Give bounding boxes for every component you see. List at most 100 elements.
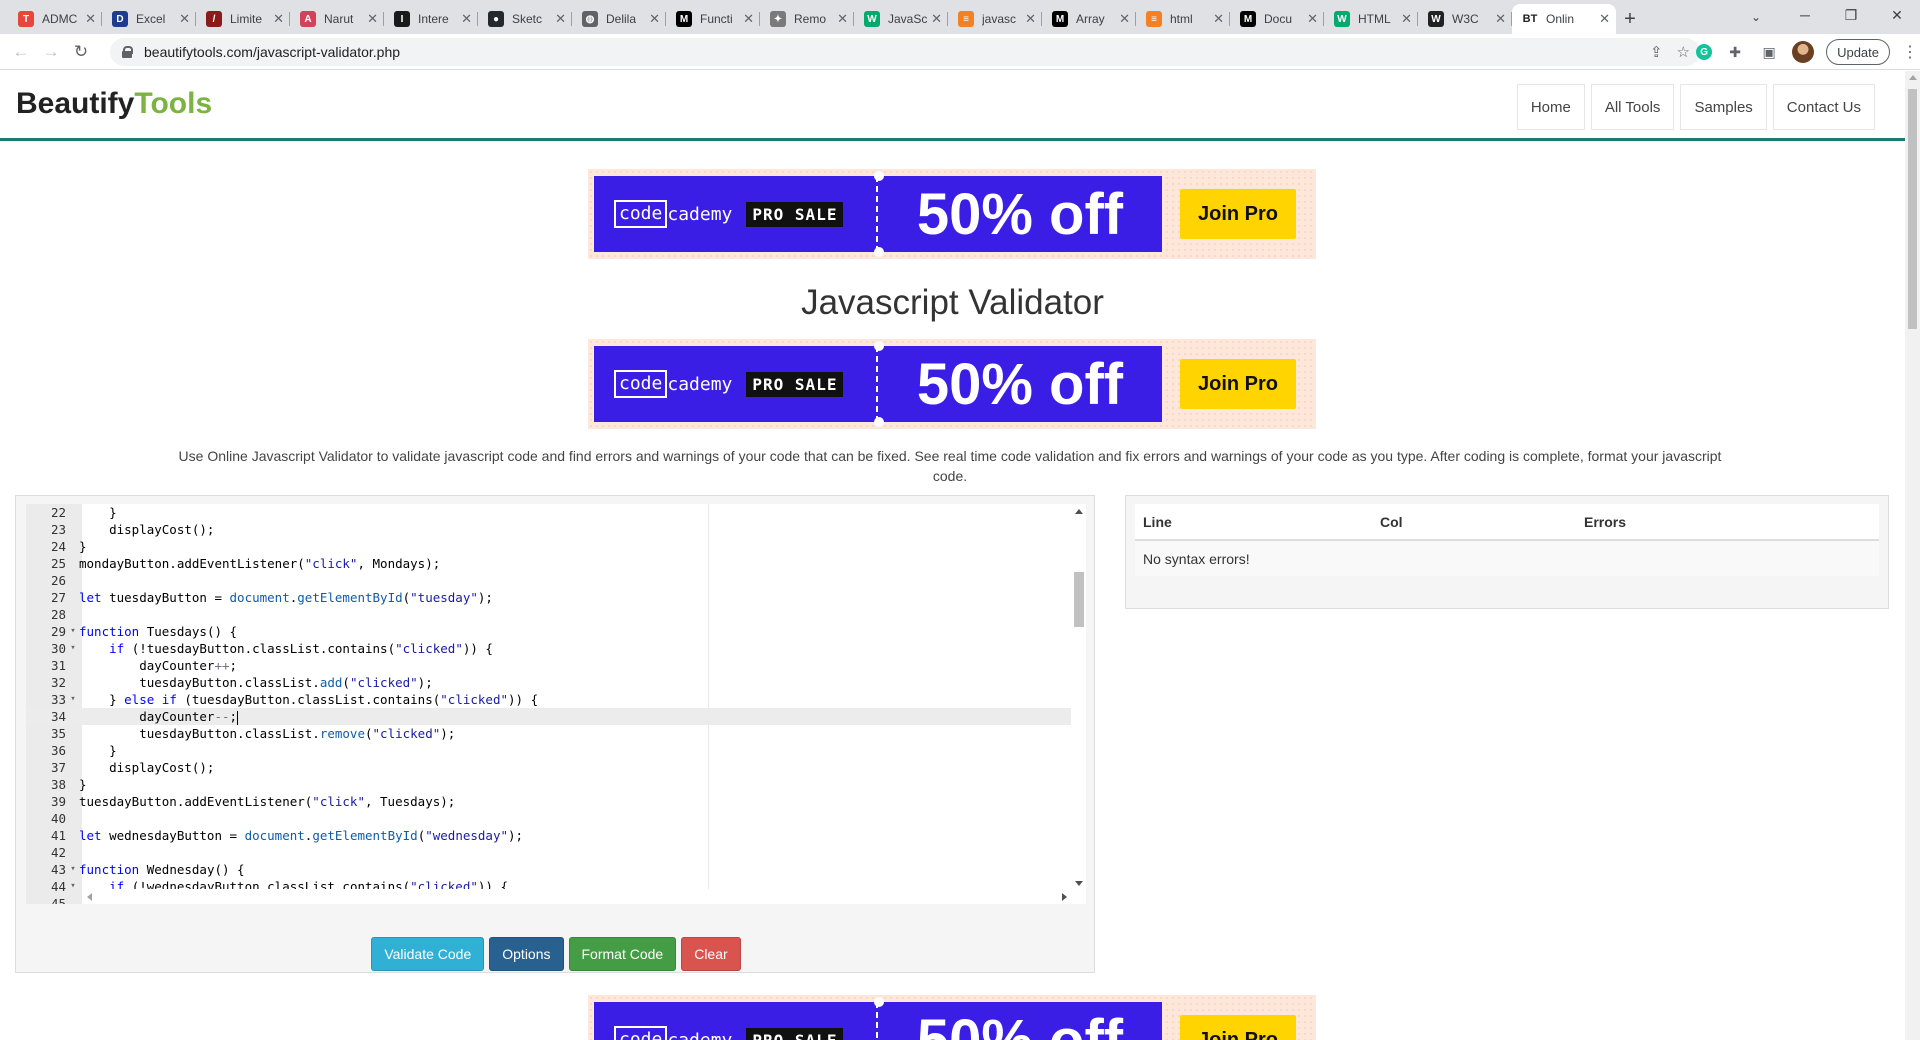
code-editor[interactable]: 22 } 23 displayCost(); 24} 25 mondayButton.a…	[26, 504, 1086, 904]
code-text[interactable]: dayCounter--;	[79, 708, 239, 725]
browser-menu-icon[interactable]: ⋮	[1902, 42, 1918, 62]
code-text[interactable]: if (!tuesdayButton.classList.contains("c…	[79, 640, 493, 657]
ad-join-pro-button[interactable]: Join Pro	[1180, 359, 1296, 409]
code-line[interactable]: 37 displayCost();	[26, 759, 1071, 776]
code-line[interactable]: 42	[26, 844, 1071, 861]
fold-toggle-icon[interactable]: ▾	[68, 861, 78, 878]
site-logo[interactable]: BeautifyTools	[16, 87, 212, 121]
tab-close-icon[interactable]: ✕	[1213, 11, 1224, 27]
editor-scroll-thumb[interactable]	[1074, 572, 1084, 627]
code-line[interactable]: 28	[26, 606, 1071, 623]
code-text[interactable]: }	[79, 504, 117, 521]
lock-icon[interactable]	[122, 46, 133, 58]
nav-home[interactable]: Home	[1516, 84, 1585, 130]
code-line[interactable]: 25 mondayButton.addEventListener("click",…	[26, 555, 1071, 572]
code-line[interactable]: 41 let wednesdayButton = document.getElem…	[26, 827, 1071, 844]
fold-toggle-icon[interactable]: ▾	[68, 691, 78, 708]
tab-close-icon[interactable]: ✕	[367, 11, 378, 27]
code-text[interactable]: dayCounter++;	[79, 657, 237, 674]
share-icon[interactable]: ⇪	[1650, 43, 1663, 61]
code-text[interactable]: displayCost();	[79, 521, 214, 538]
code-line[interactable]: 32 tuesdayButton.classList.add("clicked"…	[26, 674, 1071, 691]
browser-tab[interactable]: M Functi ✕	[666, 4, 760, 34]
code-text[interactable]: }	[79, 742, 117, 759]
tab-close-icon[interactable]: ✕	[179, 11, 190, 27]
code-lines[interactable]: 22 } 23 displayCost(); 24} 25 mondayButton.a…	[26, 504, 1071, 904]
browser-tab[interactable]: M Docu ✕	[1230, 4, 1324, 34]
fold-toggle-icon[interactable]: ▾	[68, 640, 78, 657]
code-text[interactable]: tuesdayButton.classList.add("clicked");	[79, 674, 433, 691]
code-line[interactable]: 22 }	[26, 504, 1071, 521]
forward-icon[interactable]: →	[36, 37, 66, 67]
code-line[interactable]: 40	[26, 810, 1071, 827]
new-tab-button[interactable]: +	[1616, 4, 1644, 34]
page-scroll-thumb[interactable]	[1908, 89, 1917, 329]
profile-avatar[interactable]	[1792, 41, 1815, 63]
restore-icon[interactable]: ❐	[1828, 0, 1874, 30]
code-line[interactable]: 23 displayCost();	[26, 521, 1071, 538]
nav-all-tools[interactable]: All Tools	[1590, 84, 1675, 130]
browser-tab[interactable]: W HTML ✕	[1324, 4, 1418, 34]
format-code-button[interactable]: Format Code	[568, 937, 677, 971]
close-window-icon[interactable]: ✕	[1874, 0, 1920, 30]
code-line[interactable]: 30 ▾ if (!tuesdayButton.classList.contain…	[26, 640, 1071, 657]
scroll-up-icon[interactable]	[1075, 509, 1083, 514]
fold-toggle-icon[interactable]: ▾	[68, 878, 78, 895]
browser-tab[interactable]: ● Sketc ✕	[478, 4, 572, 34]
code-line[interactable]: 29 ▾ function Tuesdays() {	[26, 623, 1071, 640]
code-line[interactable]: 34 dayCounter--;	[26, 708, 1071, 725]
tab-close-icon[interactable]: ✕	[931, 11, 942, 27]
back-icon[interactable]: ←	[6, 37, 36, 67]
scroll-up-icon[interactable]	[1909, 75, 1917, 80]
url-text[interactable]: beautifytools.com/javascript-validator.p…	[144, 44, 400, 60]
browser-tab[interactable]: BT Onlin ✕	[1512, 4, 1616, 34]
ad-banner-middle[interactable]: code cademy PRO SALE 50% off Join Pro	[588, 339, 1316, 429]
code-line[interactable]: 38}	[26, 776, 1071, 793]
code-line[interactable]: 27 let tuesdayButton = document.getElemen…	[26, 589, 1071, 606]
tab-close-icon[interactable]: ✕	[1025, 11, 1036, 27]
code-line[interactable]: 33 ▾ } else if (tuesdayButton.classList.c…	[26, 691, 1071, 708]
browser-tab[interactable]: D Excel ✕	[102, 4, 196, 34]
validate-code-button[interactable]: Validate Code	[371, 937, 485, 971]
editor-vertical-scrollbar[interactable]	[1071, 504, 1086, 889]
minimize-icon[interactable]: ─	[1782, 0, 1828, 30]
browser-tab[interactable]: ≡ html ✕	[1136, 4, 1230, 34]
tab-close-icon[interactable]: ✕	[555, 11, 566, 27]
code-text[interactable]: mondayButton.addEventListener("click", M…	[79, 555, 440, 572]
extensions-puzzle-icon[interactable]: ✚	[1724, 41, 1746, 63]
code-line[interactable]: 43 ▾ function Wednesday() {	[26, 861, 1071, 878]
code-text[interactable]: } else if (tuesdayButton.classList.conta…	[79, 691, 538, 708]
tab-close-icon[interactable]: ✕	[1307, 11, 1318, 27]
page-vertical-scrollbar[interactable]	[1905, 71, 1920, 1040]
code-text[interactable]: let wednesdayButton = document.getElemen…	[79, 827, 523, 844]
tab-close-icon[interactable]: ✕	[743, 11, 754, 27]
fold-toggle-icon[interactable]: ▾	[68, 623, 78, 640]
code-line[interactable]: 39 tuesdayButton.addEventListener("click"…	[26, 793, 1071, 810]
code-text[interactable]: function Tuesdays() {	[79, 623, 237, 640]
browser-tab[interactable]: ◍ Delila ✕	[572, 4, 666, 34]
code-text[interactable]: }	[79, 776, 87, 793]
scroll-right-icon[interactable]	[1062, 893, 1067, 901]
tab-close-icon[interactable]: ✕	[1495, 11, 1506, 27]
tab-close-icon[interactable]: ✕	[1401, 11, 1412, 27]
code-text[interactable]: displayCost();	[79, 759, 214, 776]
options-button[interactable]: Options	[489, 937, 564, 971]
code-text[interactable]: }	[79, 538, 87, 555]
browser-tab[interactable]: ≡ javasc ✕	[948, 4, 1042, 34]
browser-tab[interactable]: T ADMC ✕	[8, 4, 102, 34]
code-line[interactable]: 35 tuesdayButton.classList.remove("click…	[26, 725, 1071, 742]
scroll-left-icon[interactable]	[87, 893, 92, 901]
browser-tab[interactable]: A Narut ✕	[290, 4, 384, 34]
browser-tab[interactable]: / Limite ✕	[196, 4, 290, 34]
tab-close-icon[interactable]: ✕	[1119, 11, 1130, 27]
tab-close-icon[interactable]: ✕	[1599, 11, 1610, 27]
scroll-down-icon[interactable]	[1075, 881, 1083, 886]
tab-close-icon[interactable]: ✕	[273, 11, 284, 27]
clear-button[interactable]: Clear	[681, 937, 741, 971]
tab-search-icon[interactable]: ⌄	[1742, 4, 1770, 30]
browser-tab[interactable]: M Array ✕	[1042, 4, 1136, 34]
browser-tab[interactable]: ✦ Remo ✕	[760, 4, 854, 34]
tab-close-icon[interactable]: ✕	[649, 11, 660, 27]
address-bar[interactable]: beautifytools.com/javascript-validator.p…	[110, 38, 1700, 66]
tab-close-icon[interactable]: ✕	[461, 11, 472, 27]
